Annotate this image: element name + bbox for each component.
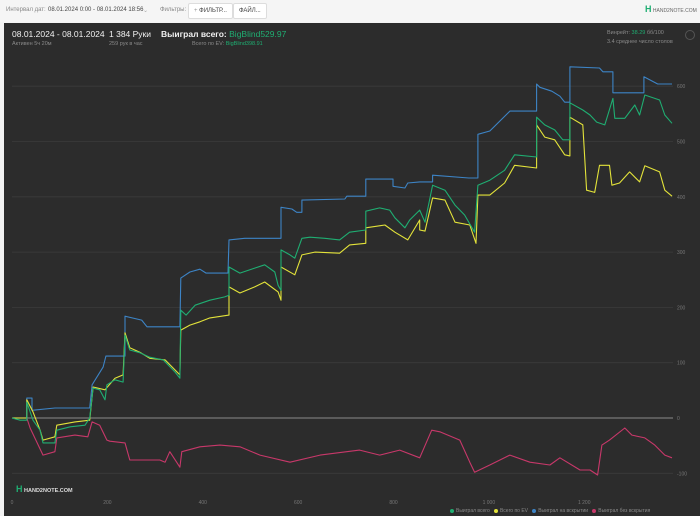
y-tick-label: 200 — [677, 305, 686, 311]
y-tick-label: 400 — [677, 195, 686, 201]
watermark-logo-icon: H — [16, 484, 23, 494]
legend: Выиграл всего Всего по EV Выиграл на вск… — [450, 508, 650, 514]
y-tick-label: 600 — [677, 84, 686, 90]
legend-dot — [532, 508, 537, 513]
x-tick-label: 0 — [11, 500, 14, 506]
legend-label: Выиграл без вскрытия — [598, 508, 651, 514]
y-tick-label: 0 — [677, 416, 680, 422]
x-tick-label: 800 — [389, 500, 398, 506]
legend-label: Выиграл всего — [456, 508, 490, 514]
legend-item-nonshowdown[interactable]: Выиграл без вскрытия — [592, 508, 650, 514]
series-line-0 — [11, 94, 673, 444]
legend-dot — [493, 508, 498, 513]
legend-item-showdown[interactable]: Выиграл на вскрытии — [532, 508, 588, 514]
x-tick-label: 200 — [103, 500, 112, 506]
y-tick-label: -100 — [677, 471, 687, 477]
legend-label: Всего по EV — [499, 508, 529, 514]
y-tick-label: 100 — [677, 361, 686, 367]
x-tick-label: 1 200 — [578, 500, 591, 506]
series-line-1 — [12, 116, 673, 441]
series-line-3 — [12, 417, 673, 476]
legend-item-total[interactable]: Выиграл всего — [450, 508, 490, 514]
watermark: H HAND2NOTE.COM — [16, 484, 73, 494]
results-chart: -100 0 100 200 300 400 500 600 0 200 400 600 800 1 00… — [11, 66, 687, 506]
legend-dot — [592, 508, 597, 513]
x-tick-label: 1 000 — [483, 500, 496, 506]
y-tick-label: 500 — [677, 140, 686, 146]
legend-dot — [450, 508, 454, 513]
legend-item-ev[interactable]: Всего по EV — [493, 508, 529, 514]
watermark-text: HAND2NOTE.COM — [24, 488, 73, 494]
legend-label: Выиграл на вскрытии — [538, 508, 589, 514]
y-tick-label: 300 — [677, 250, 686, 256]
x-tick-label: 600 — [294, 500, 303, 506]
x-tick-label: 400 — [199, 500, 208, 506]
